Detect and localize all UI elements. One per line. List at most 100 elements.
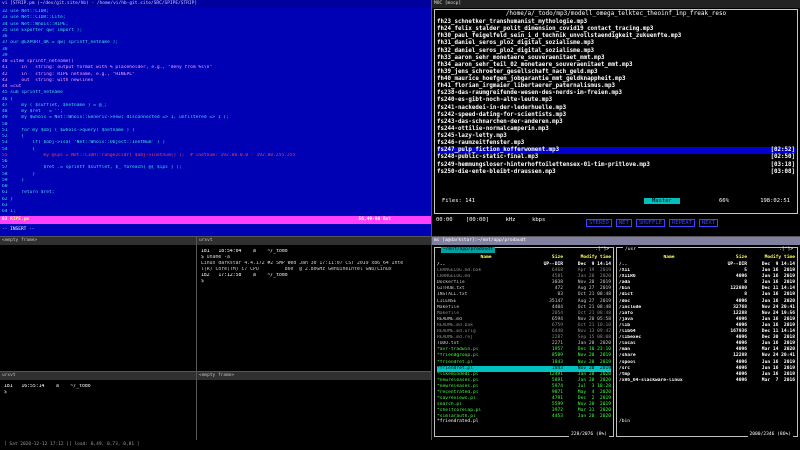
terminal-line: $ xyxy=(4,390,7,395)
track-name: fh40_maurice_hoefgen_jobgarantie_mmt_gel… xyxy=(437,76,626,82)
col-modify[interactable]: Modify time xyxy=(747,255,795,261)
playlist-item[interactable]: fs240-es-gibt-noch-alte-leute.mp3 xyxy=(437,97,795,104)
frame-divider xyxy=(431,0,432,440)
empty-frame-top-left[interactable]: <empty frame> xyxy=(0,237,196,371)
moc-pos-bracket: [00:00] xyxy=(465,217,489,223)
track-duration: [03:08] xyxy=(770,168,795,175)
track-name: fh34_aaron_sehr_teil_02_monetaere_souver… xyxy=(437,61,633,68)
playlist-item[interactable]: fh40_maurice_hoefgen_jobgarantie_mmt_gel… xyxy=(437,76,795,83)
track-name: fh33_aaron_sehr_monetaere_souveraenitaet… xyxy=(437,54,605,61)
file-modified: Mar 7 2016 xyxy=(761,377,795,383)
playlist-item[interactable]: fs248-public-static-final.mp3 [02:50] xyxy=(437,154,795,161)
playlist-item[interactable]: fh32_daniel_seros_plo2_digital_sozialism… xyxy=(437,48,795,55)
mc-left-panel[interactable]: ~/mnt/app/prodaudt .[^]> Name Size Modif… xyxy=(434,247,614,437)
moc-player-pane[interactable]: MOC [mocp] /home/a/_todo/mp3/modell_omeg… xyxy=(432,0,800,236)
terminal-output[interactable]: 181 16:55:14 a ~/_todo $ xyxy=(4,384,194,396)
col-name[interactable]: Name xyxy=(437,255,535,261)
vim-title-bar: vi [STRIP.pm (~/dev/git.site/hb) - /home… xyxy=(0,0,431,8)
track-name: fs243-das-schnarchen-der-anderen.mp3 xyxy=(437,118,563,125)
track-name: fs242-speed-dating-for-scientists.mp3 xyxy=(437,111,567,118)
moc-flag-net: NET xyxy=(615,219,632,227)
playlist-item[interactable]: fs247_pulp_fiction_kofferwoment.mp3 [02:5… xyxy=(437,147,795,155)
empty-frame-bottom[interactable]: <empty frame> xyxy=(197,372,431,439)
moc-mixer-channel[interactable]: Master xyxy=(644,198,680,204)
track-duration: [03:18] xyxy=(770,161,795,168)
terminal-pane-bottom[interactable]: urxvt 181 16:55:14 a ~/_todo $ xyxy=(0,372,196,439)
track-name: fh23_schnetker_transhumanist_mythologie.… xyxy=(437,19,588,25)
vim-status-left: 02 xyxy=(2,217,8,222)
track-name: fh24_felix_stalder_polit_dimension_covid… xyxy=(437,26,654,33)
playlist-item[interactable]: fs242-speed-dating-for-scientists.mp3 xyxy=(437,112,795,119)
moc-playlist-frame: /home/a/_todo/mp3/modell_omega_telktec_t… xyxy=(434,9,798,214)
file-size: 4096 xyxy=(735,377,747,383)
terminal-title: urxvt xyxy=(197,237,431,245)
file-row[interactable]: /x86_64-slackware-linux 4096 Mar 7 2016 xyxy=(619,378,795,384)
col-size[interactable]: Size xyxy=(535,255,563,261)
playlist-item[interactable]: fh39_jens_schroeter_gesellschaft_nach_ge… xyxy=(437,69,795,76)
moc-flag-repeat: REPEAT xyxy=(669,219,695,227)
moc-bottom-bar: 00:00 [00:00] kHz kbps STEREO NET SHUFFLE R… xyxy=(434,216,798,234)
playlist-item[interactable]: fh33_aaron_sehr_monetaere_souveraenitaet… xyxy=(437,55,795,62)
playlist-item[interactable]: fh31_daniel_seros_plo2_digital_sozialism… xyxy=(437,40,795,47)
col-name[interactable]: Name xyxy=(619,255,719,261)
file-name: /x86_64-slackware-linux xyxy=(619,377,683,383)
terminal-line: $ xyxy=(201,279,204,284)
moc-volume[interactable]: 66% xyxy=(719,198,729,204)
playlist-item[interactable]: fs243-das-schnarchen-der-anderen.mp3 xyxy=(437,119,795,126)
track-name: fh31_daniel_seros_plo2_digital_sozialism… xyxy=(437,40,595,47)
moc-khz: kHz xyxy=(505,217,516,223)
moc-playlist[interactable]: fh23_schnetker_transhumanist_mythologie.… xyxy=(437,19,795,176)
vim-mode-line: -- INSERT -- xyxy=(0,226,431,234)
moc-files-count: Files: 141 xyxy=(442,198,476,204)
terminal-output[interactable]: 181 18:54:04 a ~/_todo $ uname -a Linux da… xyxy=(201,249,429,285)
moc-clock: 198:02:51 xyxy=(760,198,790,204)
mc-left-file-list[interactable]: /.. UP--DIR Dec 9 14:14 CHANGELOG.md.bak 646… xyxy=(437,262,611,420)
playlist-item[interactable]: fs244-ottilie-normalcamperin.mp3 xyxy=(437,126,795,133)
empty-frame-title: <empty frame> xyxy=(197,372,431,380)
playlist-item[interactable]: fs246-raumzeitfenster.mp3 xyxy=(437,140,795,147)
terminal-title: urxvt xyxy=(0,372,196,380)
vim-code-area[interactable]: 32 use Net::CIDR; 33 use Net::CIDR::Lite;… xyxy=(2,9,431,215)
playlist-item[interactable]: fh23_schnetker_transhumanist_mythologie.… xyxy=(437,19,795,26)
mc-right-current-file: /bin xyxy=(619,419,631,424)
playlist-item[interactable]: fh34_aaron_sehr_teil_02_monetaere_souver… xyxy=(437,62,795,69)
track-name: fh39_jens_schroeter_gesellschaft_nach_ge… xyxy=(437,68,598,75)
playlist-item[interactable]: fs238-das-raumgreifende-wesen-des-nerds-… xyxy=(437,90,795,97)
mc-left-path[interactable]: ~/mnt/app/prodaudt xyxy=(441,247,495,253)
mc-left-current-file: *friendrated.pl xyxy=(437,419,479,424)
playlist-item[interactable]: fs241-nackedei-in-der-lederhuelle.mp3 xyxy=(437,105,795,112)
track-name: fs244-ottilie-normalcamperin.mp3 xyxy=(437,125,549,132)
code-line: 64 1; xyxy=(2,209,16,214)
mc-right-tag[interactable]: .[^]> xyxy=(779,247,793,253)
track-duration: [02:50] xyxy=(770,154,795,161)
col-size[interactable]: Size xyxy=(719,255,747,261)
mc-right-path[interactable]: /usr xyxy=(623,247,639,253)
track-name: fs246-raumzeitfenster.mp3 xyxy=(437,140,525,147)
track-name: fh41_florian_irgmaier_libertaerer_patern… xyxy=(437,83,615,90)
playlist-item[interactable]: fs245-lazy-letty.mp3 xyxy=(437,133,795,140)
moc-kbps: kbps xyxy=(532,217,546,223)
mc-left-tag[interactable]: .[^]> xyxy=(595,247,609,253)
midnight-commander-pane[interactable]: mc [a@darkstar]:~/mnt/app/prodaudt ~/mnt… xyxy=(432,237,800,439)
playlist-item[interactable]: fs250-die-ente-bleibt-draussen.mp3 [03:08… xyxy=(437,169,795,176)
mc-left-columns: Name Size Modify time xyxy=(437,255,611,261)
playlist-item[interactable]: fs249-hemmungsloser-hinterhoftoilettense… xyxy=(437,162,795,169)
frame-divider xyxy=(0,236,800,237)
vim-status-line: 02 RIPE.pm 56,49-00 Bot xyxy=(0,216,431,224)
col-modify[interactable]: Modify time xyxy=(563,255,611,261)
wm-status-bar: [ Sat 2020-12-12 17:12 ][ load: 0,49, 0,… xyxy=(0,440,800,450)
vim-editor-pane[interactable]: vi [STRIP.pm (~/dev/git.site/hb) - /home… xyxy=(0,0,431,236)
playlist-item[interactable]: fh24_felix_stalder_polit_dimension_covid… xyxy=(437,26,795,33)
mc-left-count: 228/2076 (8%) xyxy=(569,432,609,437)
playlist-item[interactable]: fh41_florian_irgmaier_libertaerer_patern… xyxy=(437,83,795,90)
track-name: fs245-lazy-letty.mp3 xyxy=(437,133,507,139)
terminal-pane-top[interactable]: urxvt 181 18:54:04 a ~/_todo $ uname -a Li… xyxy=(197,237,431,371)
mc-right-panel[interactable]: /usr .[^]> Name Size Modify time /.. UP--… xyxy=(616,247,798,437)
moc-pos-time: 00:00 xyxy=(436,217,453,223)
track-name: fs241-nackedei-in-der-lederhuelle.mp3 xyxy=(437,104,567,111)
vim-status-filename: RIPE.pm xyxy=(10,217,30,222)
track-name: fh30_paul_feigelfeld_sein_i_d_technik_un… xyxy=(437,33,682,40)
playlist-item[interactable]: fh30_paul_feigelfeld_sein_i_d_technik_un… xyxy=(437,33,795,40)
moc-flag-shuffle: SHUFFLE xyxy=(635,219,665,227)
mc-right-file-list[interactable]: /.. UP--DIR Dec 9 14:14/X11 5 Jun 16 2019/X1… xyxy=(619,262,795,384)
